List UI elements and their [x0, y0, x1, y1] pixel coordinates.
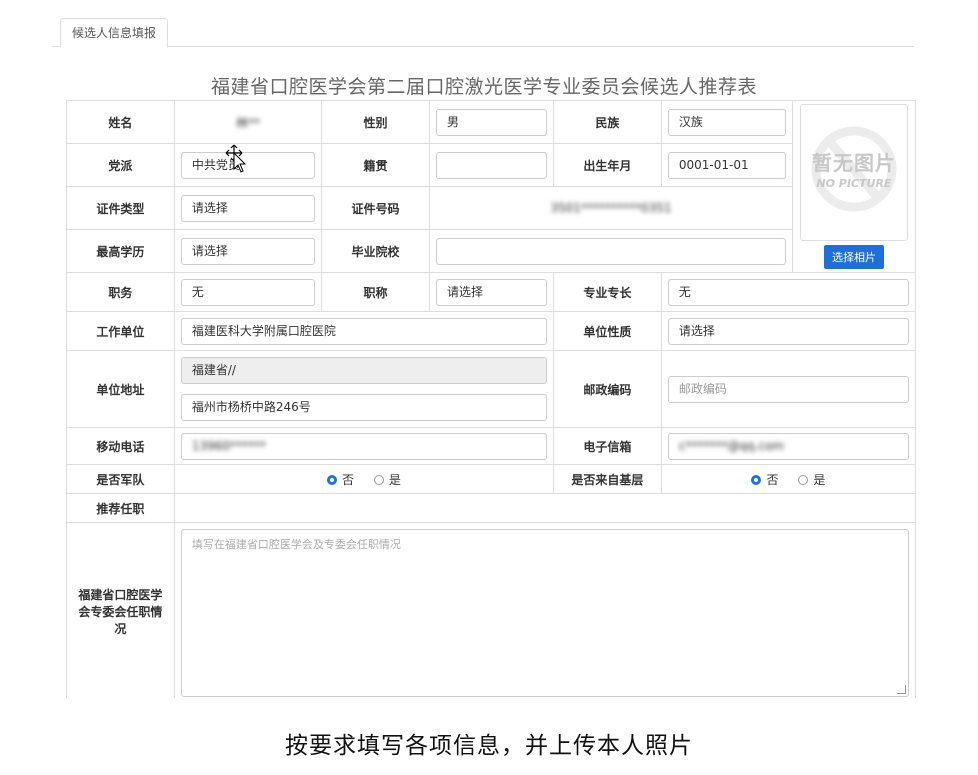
military-label: 是否军队: [66, 464, 175, 494]
hometown-label: 籍贯: [321, 143, 430, 187]
unit-nature-select[interactable]: 请选择: [667, 317, 909, 345]
form-panel: 候选人信息填报 福建省口腔医学会第二届口腔激光医学专业委员会候选人推荐表 姓名 …: [52, 6, 916, 698]
school-label: 毕业院校: [321, 229, 430, 273]
caption-text: 按要求填写各项信息，并上传本人照片: [285, 733, 693, 759]
birth-date-input[interactable]: 0001-01-01: [667, 151, 786, 179]
gender-select[interactable]: 男: [435, 108, 547, 136]
choose-photo-button[interactable]: 选择相片: [823, 245, 884, 269]
grassroots-radio-yes[interactable]: 是: [798, 471, 825, 488]
email-value: c*******@qq.com: [678, 438, 785, 453]
name-value: 林**: [235, 115, 260, 130]
grassroots-radio-no[interactable]: 否: [751, 471, 779, 488]
ethnicity-select[interactable]: 汉族: [667, 108, 786, 136]
party-input[interactable]: 中共党员: [180, 151, 316, 179]
address-region-select[interactable]: 福建省//: [180, 357, 547, 384]
mobile-value: 13960******: [191, 438, 267, 453]
move-cursor-icon: [225, 144, 247, 173]
tab-bar: 候选人信息填报: [52, 12, 914, 48]
mobile-input[interactable]: 13960******: [180, 432, 547, 460]
gender-label: 性别: [321, 100, 430, 144]
education-select[interactable]: 请选择: [180, 237, 316, 265]
military-radio-group: 否 是: [181, 471, 547, 488]
mobile-label: 移动电话: [66, 427, 175, 465]
postcode-label: 邮政编码: [552, 350, 662, 428]
photo-cell: 暂无图片 NO PICTURE 选择相片: [791, 100, 916, 273]
id-number-value: 3501**********0351: [550, 201, 672, 215]
name-label: 姓名: [66, 100, 175, 144]
party-label: 党派: [66, 143, 175, 187]
address-street-input[interactable]: 福州市杨桥中路246号: [180, 394, 547, 421]
photo-placeholder: 暂无图片 NO PICTURE: [799, 104, 908, 241]
military-radio-no[interactable]: 否: [326, 471, 354, 488]
radio-checked-icon: [326, 474, 337, 485]
position-input[interactable]: 无: [180, 278, 316, 306]
form-title: 福建省口腔医学会第二届口腔激光医学专业委员会候选人推荐表: [210, 76, 757, 98]
title-label: 职称: [321, 272, 430, 312]
radio-checked-icon: [751, 474, 762, 485]
resize-grip-icon[interactable]: [897, 684, 906, 694]
position-label: 职务: [66, 272, 175, 312]
military-radio-yes[interactable]: 是: [373, 471, 401, 488]
candidate-form-table: 姓名 林** 性别 男 民族 汉族 暂无图片 NO PICTURE 选择相片 党…: [66, 100, 916, 698]
society-roles-placeholder: 填写在福建省口腔医学会及专委会任职情况: [191, 537, 401, 551]
postcode-input[interactable]: 邮政编码: [667, 375, 909, 403]
education-label: 最高学历: [66, 229, 175, 273]
address-label: 单位地址: [66, 350, 175, 428]
email-input[interactable]: c*******@qq.com: [667, 432, 909, 460]
specialty-input[interactable]: 无: [667, 278, 909, 306]
work-unit-label: 工作单位: [66, 311, 175, 351]
school-input[interactable]: [435, 237, 786, 265]
email-label: 电子信箱: [552, 427, 662, 465]
grassroots-label: 是否来自基层: [552, 464, 662, 494]
id-number-label: 证件号码: [321, 186, 430, 230]
unit-nature-label: 单位性质: [552, 311, 662, 351]
hometown-input[interactable]: [435, 151, 547, 179]
tab-candidate-info[interactable]: 候选人信息填报: [60, 18, 169, 48]
radio-unchecked-icon: [798, 474, 809, 485]
id-type-select[interactable]: 请选择: [180, 194, 316, 222]
id-type-label: 证件类型: [66, 186, 175, 230]
recommend-value: [173, 493, 916, 523]
no-picture-text-en: NO PICTURE: [816, 177, 892, 190]
birth-label: 出生年月: [552, 143, 662, 187]
grassroots-radio-group: 否 是: [668, 471, 909, 488]
specialty-label: 专业专长: [552, 272, 662, 312]
ethnicity-label: 民族: [552, 100, 662, 144]
radio-unchecked-icon: [373, 474, 384, 485]
work-unit-input[interactable]: 福建医科大学附属口腔医院: [180, 317, 547, 345]
society-roles-label: 福建省口腔医学会专委会任职情况: [66, 522, 175, 698]
recommend-label: 推荐任职: [66, 493, 175, 523]
title-select[interactable]: 请选择: [435, 278, 547, 306]
society-roles-textarea[interactable]: 填写在福建省口腔医学会及专委会任职情况: [180, 528, 909, 697]
no-picture-text-cn: 暂无图片: [811, 151, 896, 175]
